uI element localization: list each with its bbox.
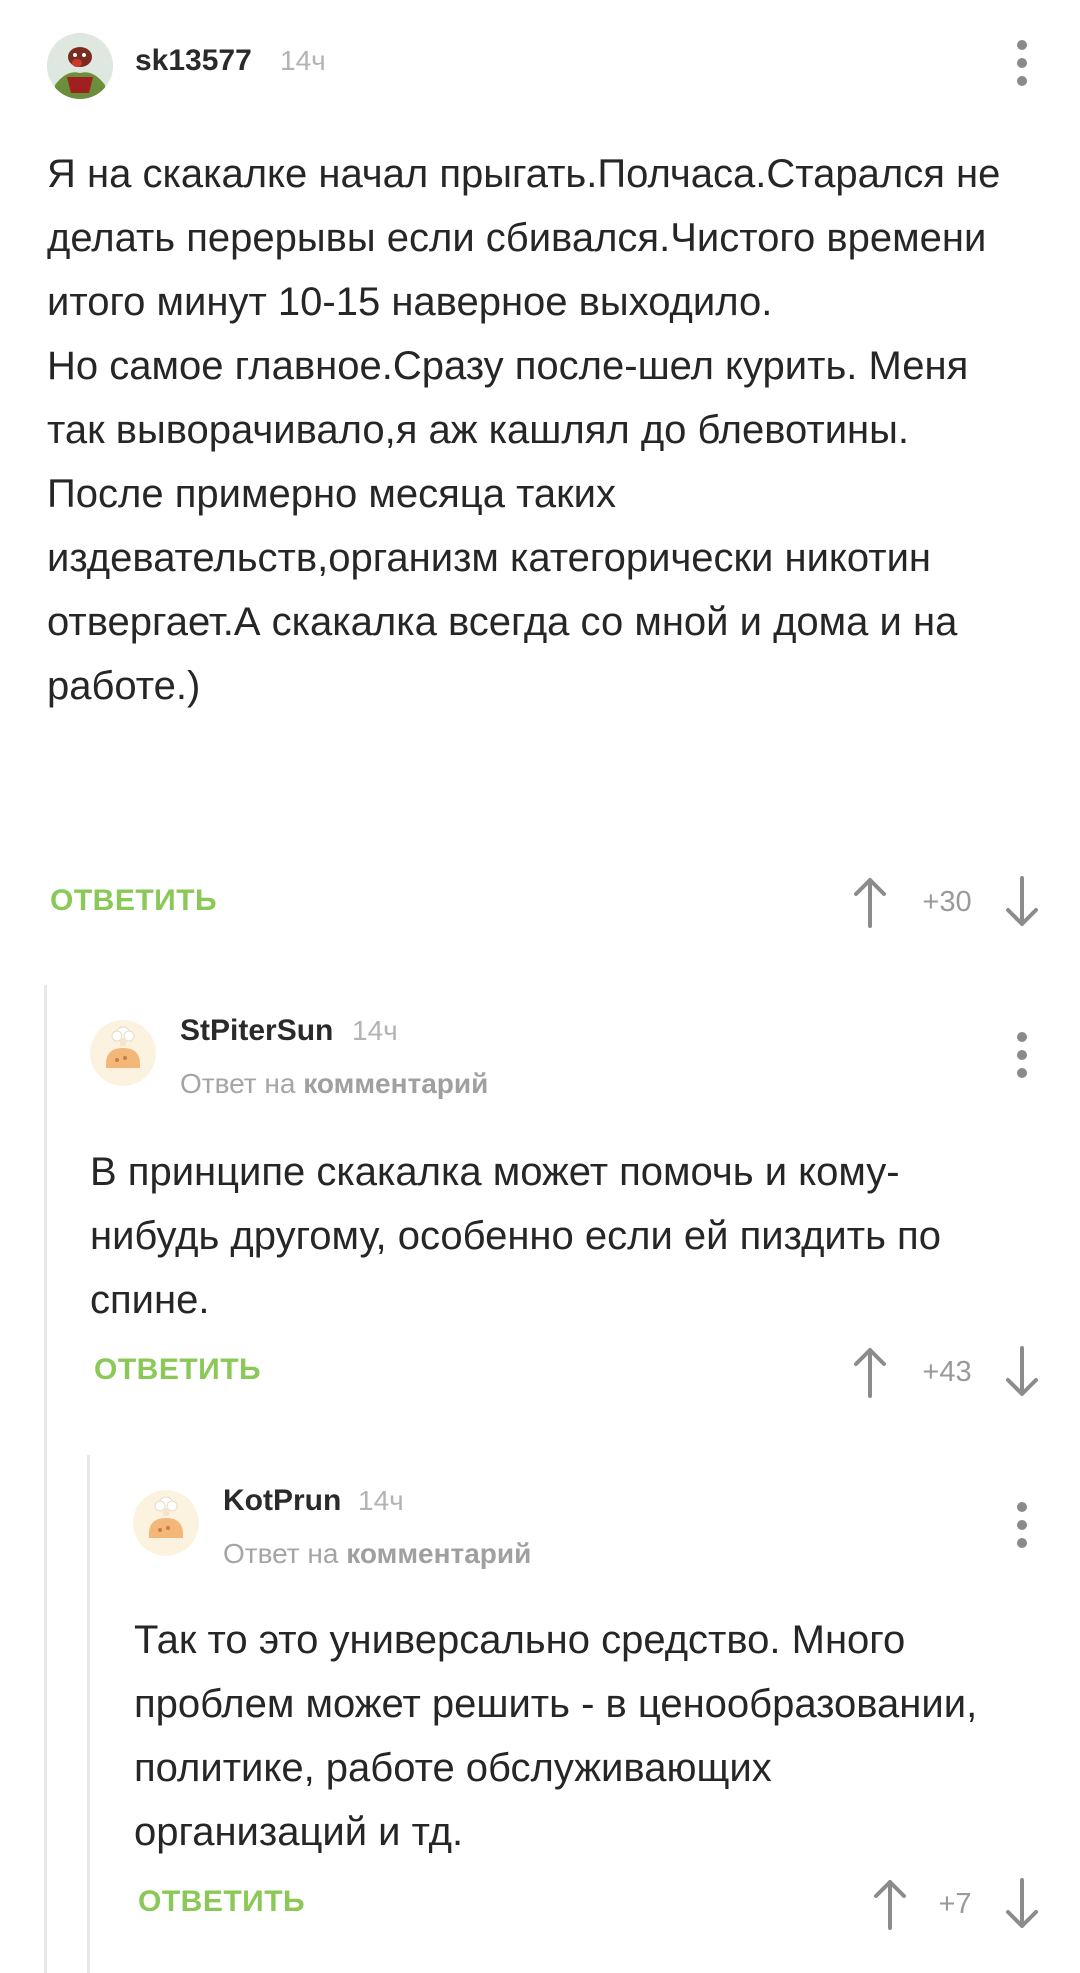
reply-to-label: Ответ на комментарий [223, 1538, 531, 1570]
arrow-up-icon[interactable] [870, 1878, 910, 1930]
default-avatar-image [133, 1490, 199, 1556]
reply-to-link[interactable]: комментарий [346, 1538, 531, 1569]
arrow-down-icon[interactable] [1002, 1878, 1042, 1930]
comment: KotPrun 14ч Ответ на комментарий Так то … [0, 0, 1080, 1973]
rating-value: +7 [938, 1888, 972, 1920]
comment-paragraph: Так то это универсально средство. Много … [134, 1618, 978, 1854]
comment-time: 14ч [358, 1485, 404, 1516]
reply-to-prefix: Ответ на [223, 1538, 339, 1569]
avatar[interactable] [133, 1490, 199, 1556]
comment-body: Так то это универсально средство. Много … [134, 1608, 994, 1864]
more-vertical-icon[interactable] [1007, 1502, 1037, 1548]
username[interactable]: KotPrun [223, 1484, 341, 1518]
reply-button[interactable]: ОТВЕТИТЬ [138, 1885, 305, 1919]
